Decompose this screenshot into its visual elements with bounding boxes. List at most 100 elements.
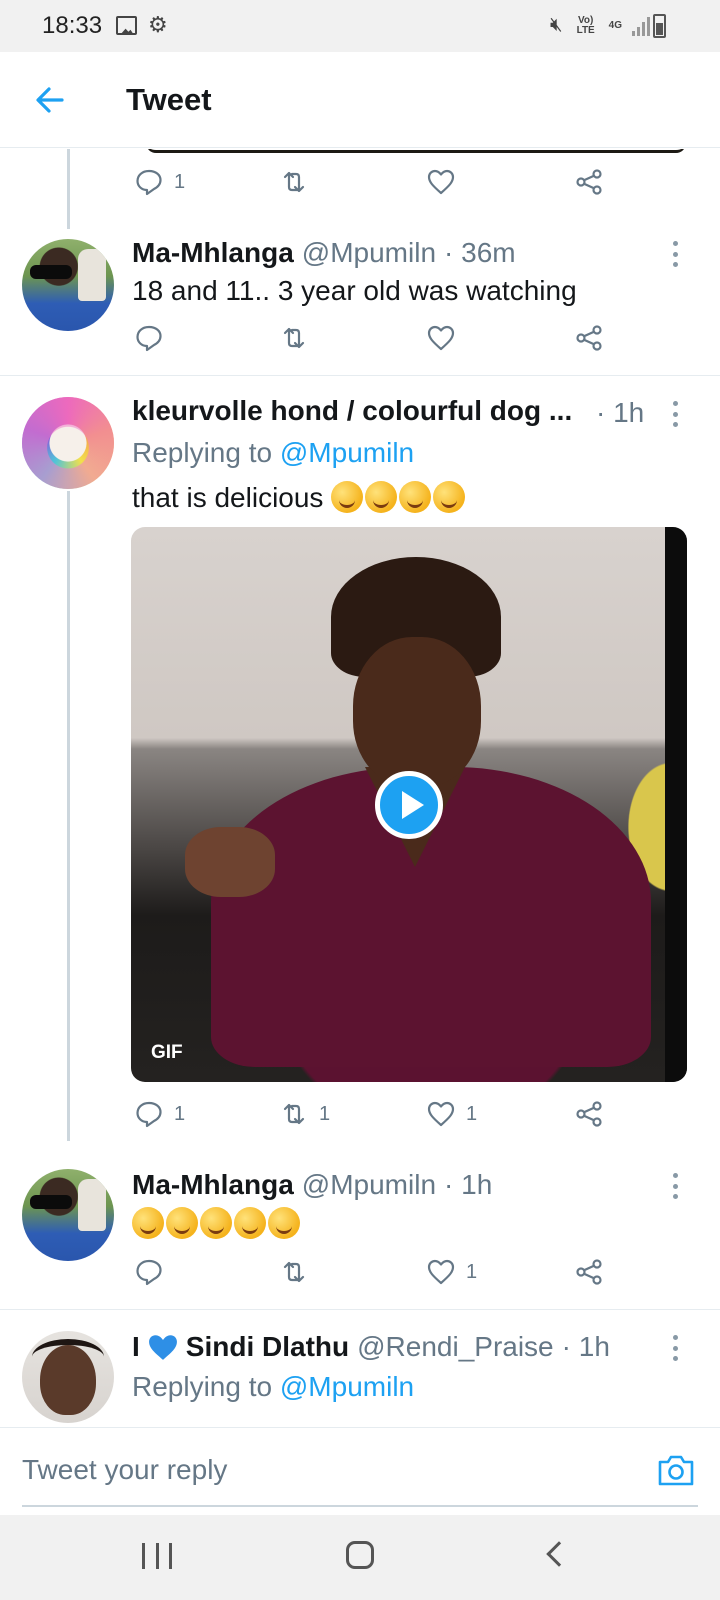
like-button[interactable]: 1 <box>426 1099 477 1129</box>
username: @Rendi_Praise <box>357 1331 554 1362</box>
heart-icon <box>427 169 455 195</box>
avatar[interactable] <box>22 397 114 489</box>
tweet-header: kleurvolle hond / colourful dog ... <box>132 395 612 427</box>
retweet-icon <box>283 1261 305 1283</box>
blue-heart-icon <box>148 1335 177 1360</box>
mention-link[interactable]: @Mpumiln <box>280 437 414 468</box>
share-button[interactable] <box>574 1099 604 1129</box>
replying-to: Replying to @Mpumiln <box>132 437 414 469</box>
hushed-face-emoji <box>331 481 364 513</box>
savoring-food-emoji <box>433 481 466 513</box>
display-name[interactable]: Ma-Mhlanga <box>132 237 294 269</box>
display-name[interactable]: Sindi Dlathu <box>186 1331 349 1363</box>
gif-media[interactable]: GIF <box>131 527 687 1082</box>
share-button[interactable] <box>574 167 604 197</box>
reply-button[interactable] <box>134 323 164 353</box>
tweet-text-content: that is delicious <box>132 482 324 513</box>
share-button[interactable] <box>574 1257 604 1287</box>
display-name[interactable]: Ma-Mhlanga <box>132 1169 294 1201</box>
gif-badge: GIF <box>151 1042 183 1063</box>
share-icon <box>576 169 602 195</box>
home-icon[interactable] <box>346 1541 374 1569</box>
heart-icon <box>427 1101 455 1127</box>
retweet-button[interactable] <box>279 1257 309 1287</box>
tweet-actions: 1 <box>134 167 634 203</box>
tweet-header: Ma-Mhlanga @Mpumiln · 1h <box>132 1169 492 1201</box>
avatar[interactable] <box>22 239 114 331</box>
reply-input[interactable] <box>22 1450 622 1490</box>
like-button[interactable] <box>426 167 456 197</box>
retweet-button[interactable]: 1 <box>279 1099 330 1129</box>
reply-input-underline <box>22 1505 698 1507</box>
avatar[interactable] <box>22 1169 114 1261</box>
reply-icon <box>136 1259 162 1286</box>
display-name[interactable]: kleurvolle hond / colourful dog ... <box>132 395 572 427</box>
tweet-actions <box>134 323 634 359</box>
retweet-count: 1 <box>319 1102 331 1125</box>
thread-connector <box>67 149 70 229</box>
back-nav-icon[interactable] <box>546 1541 572 1567</box>
retweet-icon <box>283 171 305 193</box>
avatar[interactable] <box>22 1331 114 1423</box>
rolling-laughing-emoji <box>132 1207 164 1239</box>
recent-apps-icon[interactable] <box>142 1543 172 1569</box>
like-count: 1 <box>466 1102 478 1125</box>
heart-icon <box>427 1259 455 1285</box>
timestamp: · 36m <box>444 237 516 268</box>
rolling-laughing-emoji <box>200 1207 232 1239</box>
replying-to: Replying to @Mpumiln <box>132 1371 414 1403</box>
share-button[interactable] <box>574 323 604 353</box>
reply-composer <box>0 1427 720 1515</box>
mute-icon: 🔇︎ <box>550 14 563 36</box>
like-button[interactable]: 1 <box>426 1257 477 1287</box>
share-icon <box>576 1101 602 1127</box>
tweet-thread[interactable]: 1 Ma-Mhlanga @Mpumiln · 36m 18 and 11.. … <box>0 149 720 1427</box>
timestamp: · 1h <box>561 1331 610 1362</box>
gif-edge <box>665 527 687 1082</box>
battery-icon <box>653 14 666 38</box>
like-count: 1 <box>466 1260 478 1283</box>
display-name-prefix[interactable]: I <box>132 1331 140 1363</box>
tweet-header: Ma-Mhlanga @Mpumiln · 36m <box>132 237 516 269</box>
timestamp: · 1h <box>444 1169 493 1200</box>
reply-button[interactable]: 1 <box>134 1099 185 1129</box>
page-title: Tweet <box>126 82 212 117</box>
reply-button[interactable]: 1 <box>134 167 185 197</box>
more-options-icon[interactable] <box>672 1335 678 1361</box>
play-button-icon[interactable] <box>375 771 443 839</box>
reply-button[interactable] <box>134 1257 164 1287</box>
retweet-button[interactable] <box>279 167 309 197</box>
tweet-divider <box>0 375 720 376</box>
rolling-laughing-emoji <box>234 1207 266 1239</box>
tweet-divider <box>0 1309 720 1310</box>
tweet-text <box>132 1207 302 1240</box>
status-bar: 18:33 ⚙ 🔇︎ Vo) LTE 4G <box>0 0 720 52</box>
mention-link[interactable]: @Mpumiln <box>280 1371 414 1402</box>
replying-to-label: Replying to <box>132 1371 273 1402</box>
share-icon <box>576 1259 602 1285</box>
rolling-laughing-emoji <box>268 1207 300 1239</box>
username: @Mpumiln <box>301 237 437 268</box>
retweet-icon <box>283 1103 305 1125</box>
rolling-laughing-emoji <box>166 1207 198 1239</box>
more-options-icon[interactable] <box>672 1173 678 1199</box>
settings-notification-icon: ⚙ <box>148 12 168 37</box>
reply-icon <box>136 1101 162 1128</box>
camera-icon[interactable] <box>656 1452 696 1488</box>
reply-count: 1 <box>174 170 186 193</box>
more-options-icon[interactable] <box>672 401 678 427</box>
timestamp: · 1h <box>596 397 645 428</box>
status-time: 18:33 <box>42 12 103 39</box>
thread-connector <box>67 491 70 1141</box>
retweet-icon <box>283 327 305 349</box>
like-button[interactable] <box>426 323 456 353</box>
retweet-button[interactable] <box>279 323 309 353</box>
drooling-face-emoji <box>399 481 432 513</box>
tweet-text: that is delicious <box>132 481 467 514</box>
tweet-actions: 1 1 1 <box>134 1099 634 1135</box>
tweet-actions: 1 <box>134 1257 634 1293</box>
back-arrow-icon[interactable] <box>30 80 70 120</box>
more-options-icon[interactable] <box>672 241 678 267</box>
gif-person-hand <box>185 827 275 897</box>
share-icon <box>576 325 602 351</box>
